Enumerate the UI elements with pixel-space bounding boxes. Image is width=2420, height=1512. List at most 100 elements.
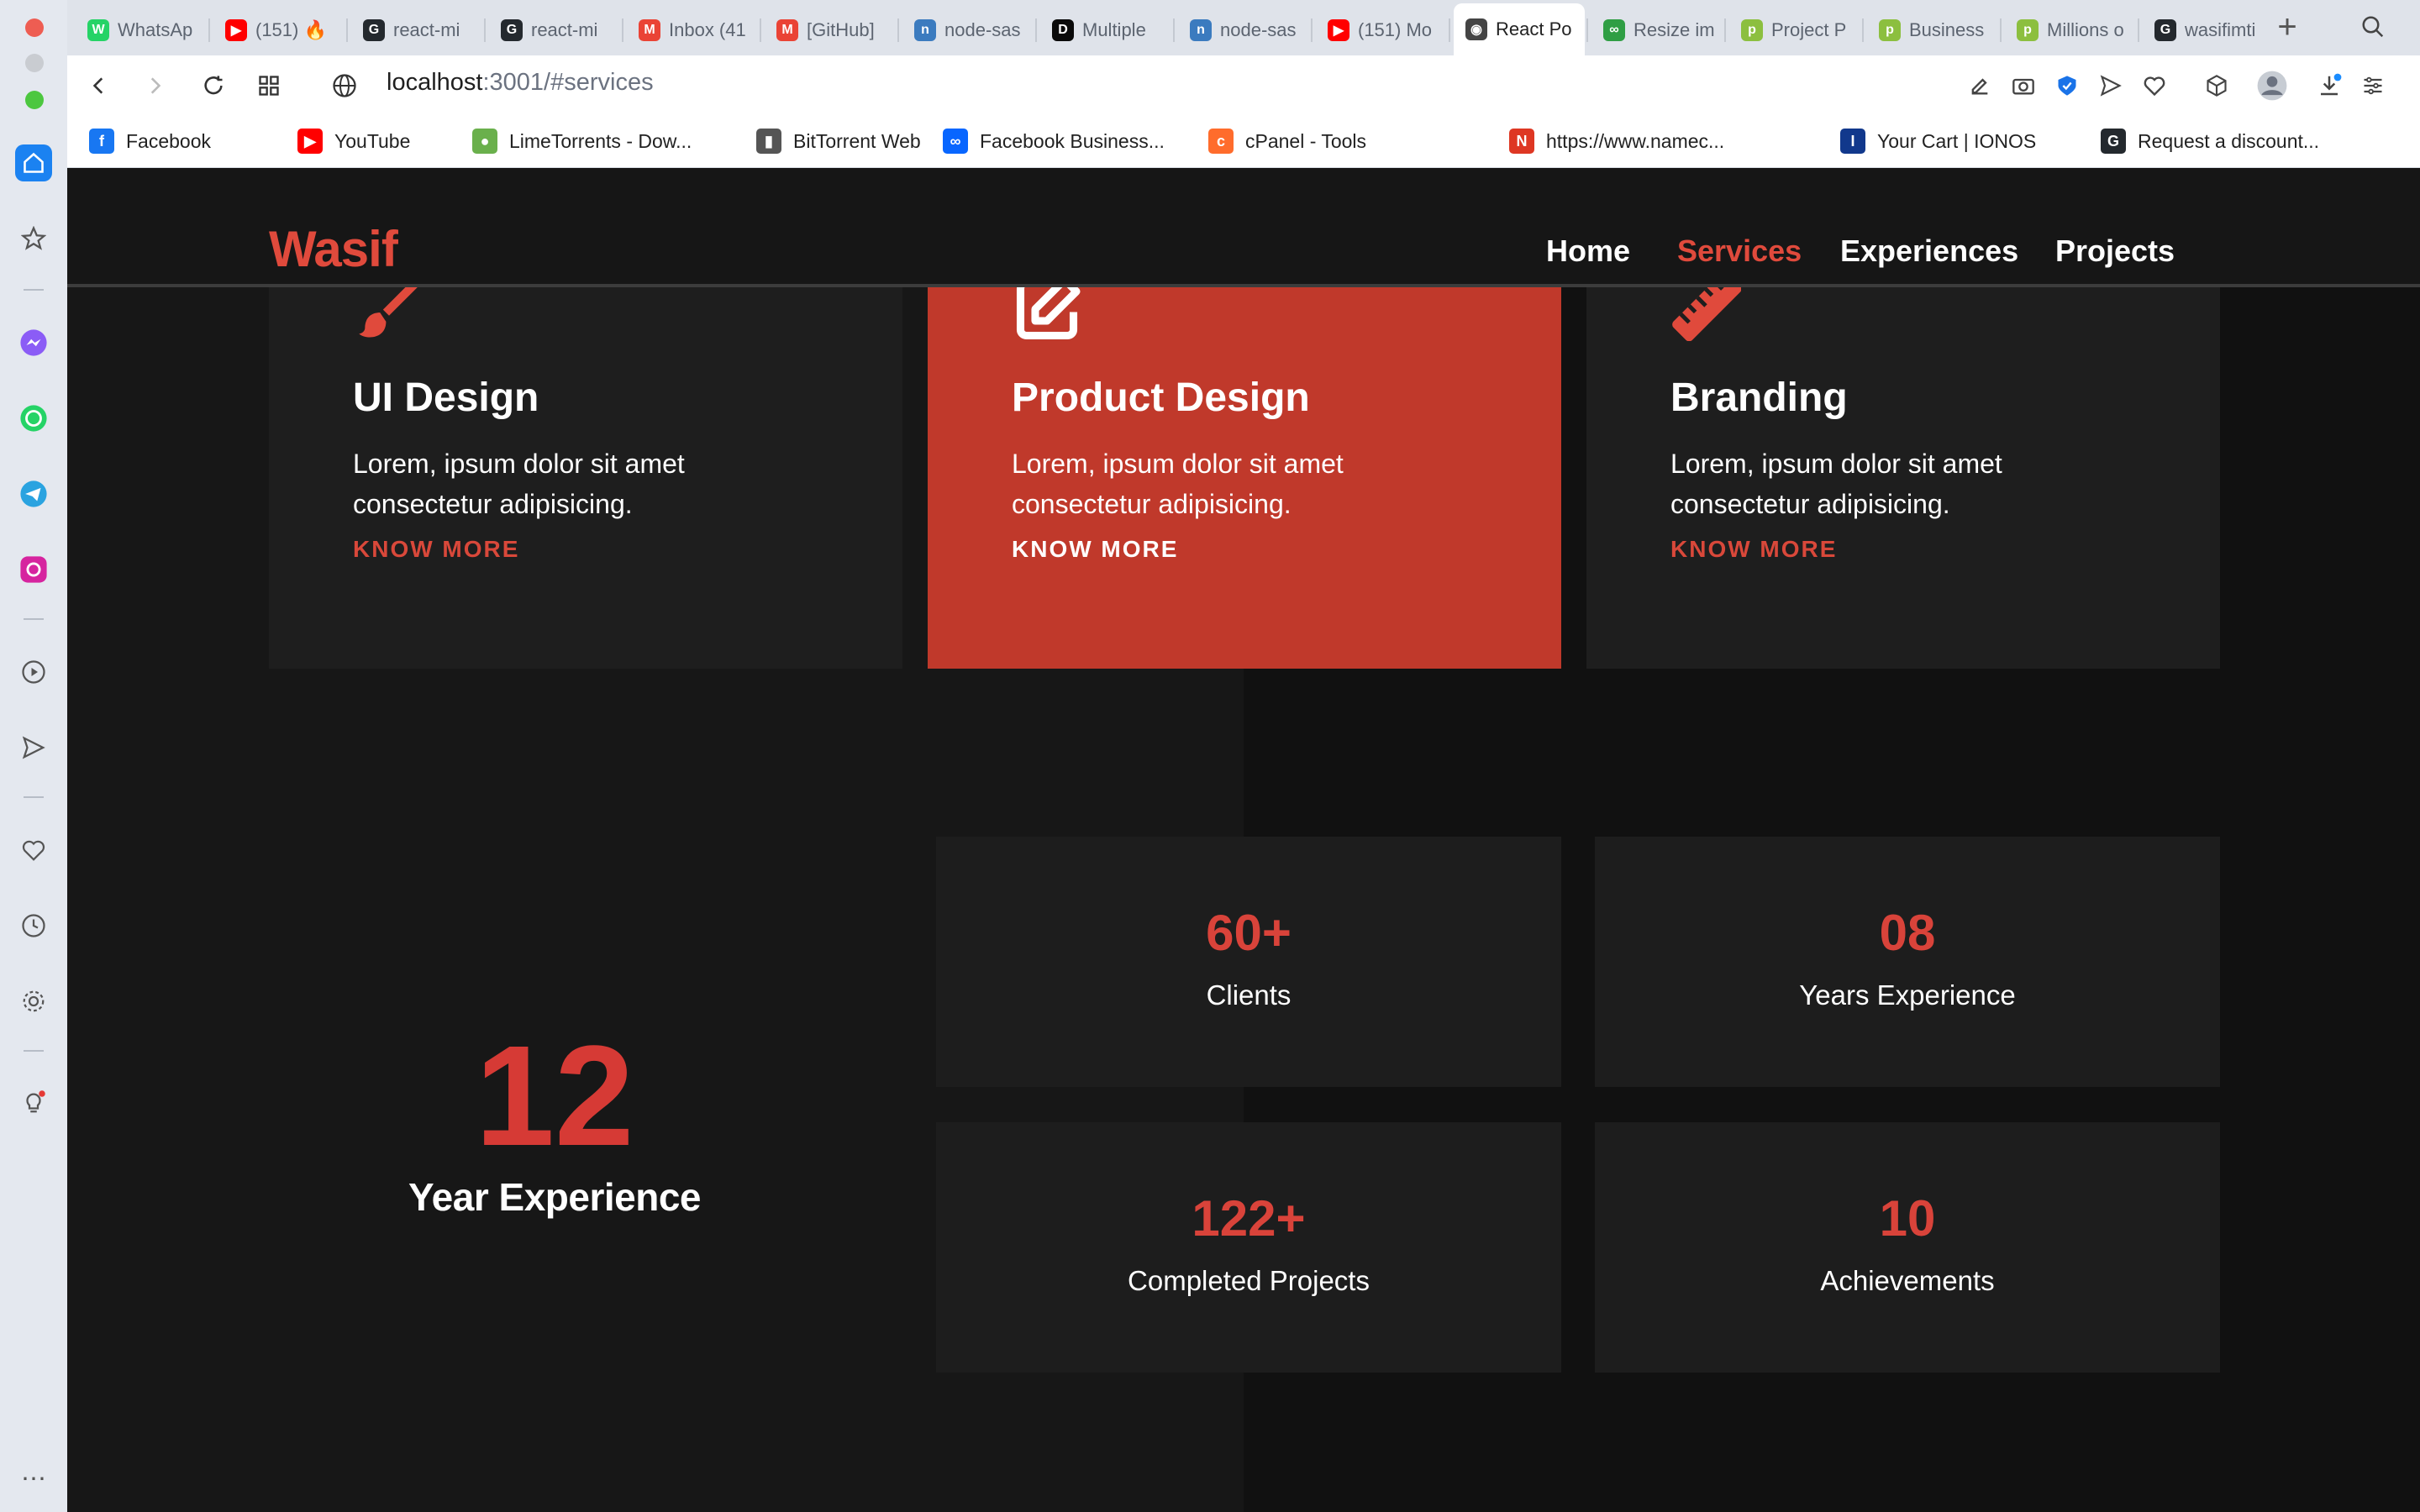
bookmark-item[interactable]: I Your Cart | IONOS bbox=[1840, 124, 2036, 158]
know-more-link[interactable]: KNOW MORE bbox=[1670, 536, 1837, 563]
nav-link-services[interactable]: Services bbox=[1677, 234, 1802, 269]
bookmark-item[interactable]: G Request a discount... bbox=[2101, 124, 2319, 158]
know-more-link[interactable]: KNOW MORE bbox=[1012, 536, 1178, 563]
bookmark-favicon-icon: ∞ bbox=[943, 129, 968, 154]
browser-tab[interactable]: ∞ Resize im bbox=[1591, 8, 1723, 52]
tab-title: node-sas bbox=[944, 19, 1021, 40]
bookmark-label: BitTorrent Web bbox=[793, 129, 921, 152]
reload-icon[interactable] bbox=[193, 66, 234, 106]
browser-tab[interactable]: Gwasifimti bbox=[2143, 8, 2274, 52]
browser-tab[interactable]: ▶ (151) Mo bbox=[1316, 8, 1447, 52]
send-icon[interactable] bbox=[15, 729, 52, 766]
tab-title: Inbox (41 bbox=[669, 19, 746, 40]
browser-tab[interactable]: D Multiple bbox=[1040, 8, 1171, 52]
bookmark-label: YouTube bbox=[334, 129, 411, 152]
browser-tab[interactable]: p Business bbox=[1867, 8, 1998, 52]
browser-tab[interactable]: M Inbox (41 bbox=[627, 8, 758, 52]
site-logo[interactable]: Wasif bbox=[269, 220, 398, 278]
back-icon[interactable] bbox=[79, 66, 119, 106]
browser-tab[interactable]: Greact-mi bbox=[351, 8, 482, 52]
browser-tab[interactable]: p Project P bbox=[1729, 8, 1860, 52]
share-icon[interactable] bbox=[2092, 67, 2129, 104]
maximize-window-button[interactable] bbox=[25, 91, 44, 109]
tab-title: Business bbox=[1909, 19, 1985, 40]
bookmark-item[interactable]: ▶ YouTube bbox=[297, 124, 410, 158]
history-icon[interactable] bbox=[15, 907, 52, 944]
instagram-icon[interactable] bbox=[15, 551, 52, 588]
bookmark-item[interactable]: c cPanel - Tools bbox=[1208, 124, 1366, 158]
telegram-icon[interactable] bbox=[15, 475, 52, 512]
messenger-icon[interactable] bbox=[15, 324, 52, 361]
bookmark-item[interactable]: ▮ BitTorrent Web bbox=[756, 124, 921, 158]
settings-icon[interactable] bbox=[15, 983, 52, 1020]
home-icon[interactable] bbox=[15, 144, 52, 181]
site-info-icon[interactable] bbox=[324, 66, 365, 106]
bookmark-item[interactable]: f Facebook bbox=[89, 124, 211, 158]
bookmark-item[interactable]: ∞ Facebook Business... bbox=[943, 124, 1165, 158]
bookmark-label: https://www.namec... bbox=[1546, 129, 1725, 152]
tab-favicon-icon: ◉ bbox=[1465, 18, 1487, 40]
nav-link-experiences[interactable]: Experiences bbox=[1840, 234, 2018, 269]
tab-favicon-icon: ∞ bbox=[1603, 19, 1625, 41]
browser-tab[interactable]: Greact-mi bbox=[489, 8, 620, 52]
browser-tab[interactable]: n node-sas bbox=[1178, 8, 1309, 52]
lightbulb-icon[interactable] bbox=[15, 1084, 52, 1121]
profile-avatar-icon[interactable] bbox=[2254, 67, 2291, 104]
stat-label: Years Experience bbox=[1799, 979, 2016, 1011]
service-card-product-design: Product Design Lorem, ipsum dolor sit am… bbox=[928, 276, 1561, 669]
tab-separator bbox=[760, 18, 761, 42]
player-icon[interactable] bbox=[15, 654, 52, 690]
edit-page-icon[interactable] bbox=[1961, 67, 1998, 104]
tab-separator bbox=[2000, 18, 2002, 42]
sidebar-divider bbox=[24, 796, 44, 798]
tab-separator bbox=[1449, 18, 1450, 42]
tab-title: (151) 🔥 bbox=[255, 19, 327, 40]
bookmark-item[interactable]: ● LimeTorrents - Dow... bbox=[472, 124, 692, 158]
bookmark-label: cPanel - Tools bbox=[1245, 129, 1367, 152]
tab-separator bbox=[1862, 18, 1864, 42]
browser-tab[interactable]: n node-sas bbox=[902, 8, 1034, 52]
tab-separator bbox=[1035, 18, 1037, 42]
shield-icon[interactable] bbox=[2049, 67, 2086, 104]
bookmark-favicon-icon: G bbox=[2101, 129, 2126, 154]
browser-tab[interactable]: ▶ (151) 🔥 bbox=[213, 8, 345, 52]
tab-title: Resize im bbox=[1634, 19, 1715, 40]
browser-tab[interactable]: M [GitHub] bbox=[765, 8, 896, 52]
minimize-window-button[interactable] bbox=[25, 54, 44, 72]
stat-card-completed-projects: 122+ Completed Projects bbox=[936, 1122, 1561, 1373]
close-window-button[interactable] bbox=[25, 18, 44, 37]
more-options-icon[interactable]: ⋯ bbox=[15, 1460, 52, 1497]
tab-favicon-icon: p bbox=[1879, 19, 1901, 41]
stat-value: 60+ bbox=[1206, 905, 1292, 961]
easy-setup-icon[interactable] bbox=[2354, 67, 2391, 104]
bookmark-label: Request a discount... bbox=[2138, 129, 2320, 152]
service-description: Lorem, ipsum dolor sit amet consectetur … bbox=[353, 449, 685, 519]
browser-sidebar: ⋯ bbox=[0, 0, 67, 1512]
browser-tab[interactable]: W WhatsAp bbox=[76, 8, 207, 52]
downloads-icon[interactable] bbox=[2311, 67, 2348, 104]
favorite-icon[interactable] bbox=[2136, 67, 2173, 104]
new-tab-icon[interactable]: + bbox=[2269, 8, 2306, 45]
search-tabs-icon[interactable] bbox=[2354, 8, 2391, 45]
service-title: Branding bbox=[1670, 375, 1848, 420]
know-more-link[interactable]: KNOW MORE bbox=[353, 536, 519, 563]
heart-icon[interactable] bbox=[15, 832, 52, 869]
forward-icon[interactable] bbox=[134, 66, 175, 106]
whatsapp-icon[interactable] bbox=[15, 400, 52, 437]
tab-grid-icon[interactable] bbox=[249, 66, 289, 106]
service-description: Lorem, ipsum dolor sit amet consectetur … bbox=[1012, 449, 1344, 519]
bookmark-favicon-icon: c bbox=[1208, 129, 1234, 154]
tab-separator bbox=[2138, 18, 2139, 42]
tab-favicon-icon: ▶ bbox=[225, 19, 247, 41]
browser-tab[interactable]: p Millions o bbox=[2005, 8, 2136, 52]
nav-link-home[interactable]: Home bbox=[1546, 234, 1630, 269]
nav-link-projects[interactable]: Projects bbox=[2055, 234, 2175, 269]
tab-favicon-icon: p bbox=[1741, 19, 1763, 41]
speed-dial-icon[interactable] bbox=[15, 220, 52, 257]
bookmark-item[interactable]: Nhttps://www.namec... bbox=[1509, 124, 1724, 158]
browser-tab[interactable]: ◉ React Po bbox=[1454, 3, 1585, 55]
extensions-icon[interactable] bbox=[2198, 67, 2235, 104]
service-card-branding: Branding Lorem, ipsum dolor sit amet con… bbox=[1586, 272, 2220, 669]
camera-icon[interactable] bbox=[2005, 67, 2042, 104]
url-field[interactable]: localhost:3001/#services bbox=[387, 69, 654, 97]
